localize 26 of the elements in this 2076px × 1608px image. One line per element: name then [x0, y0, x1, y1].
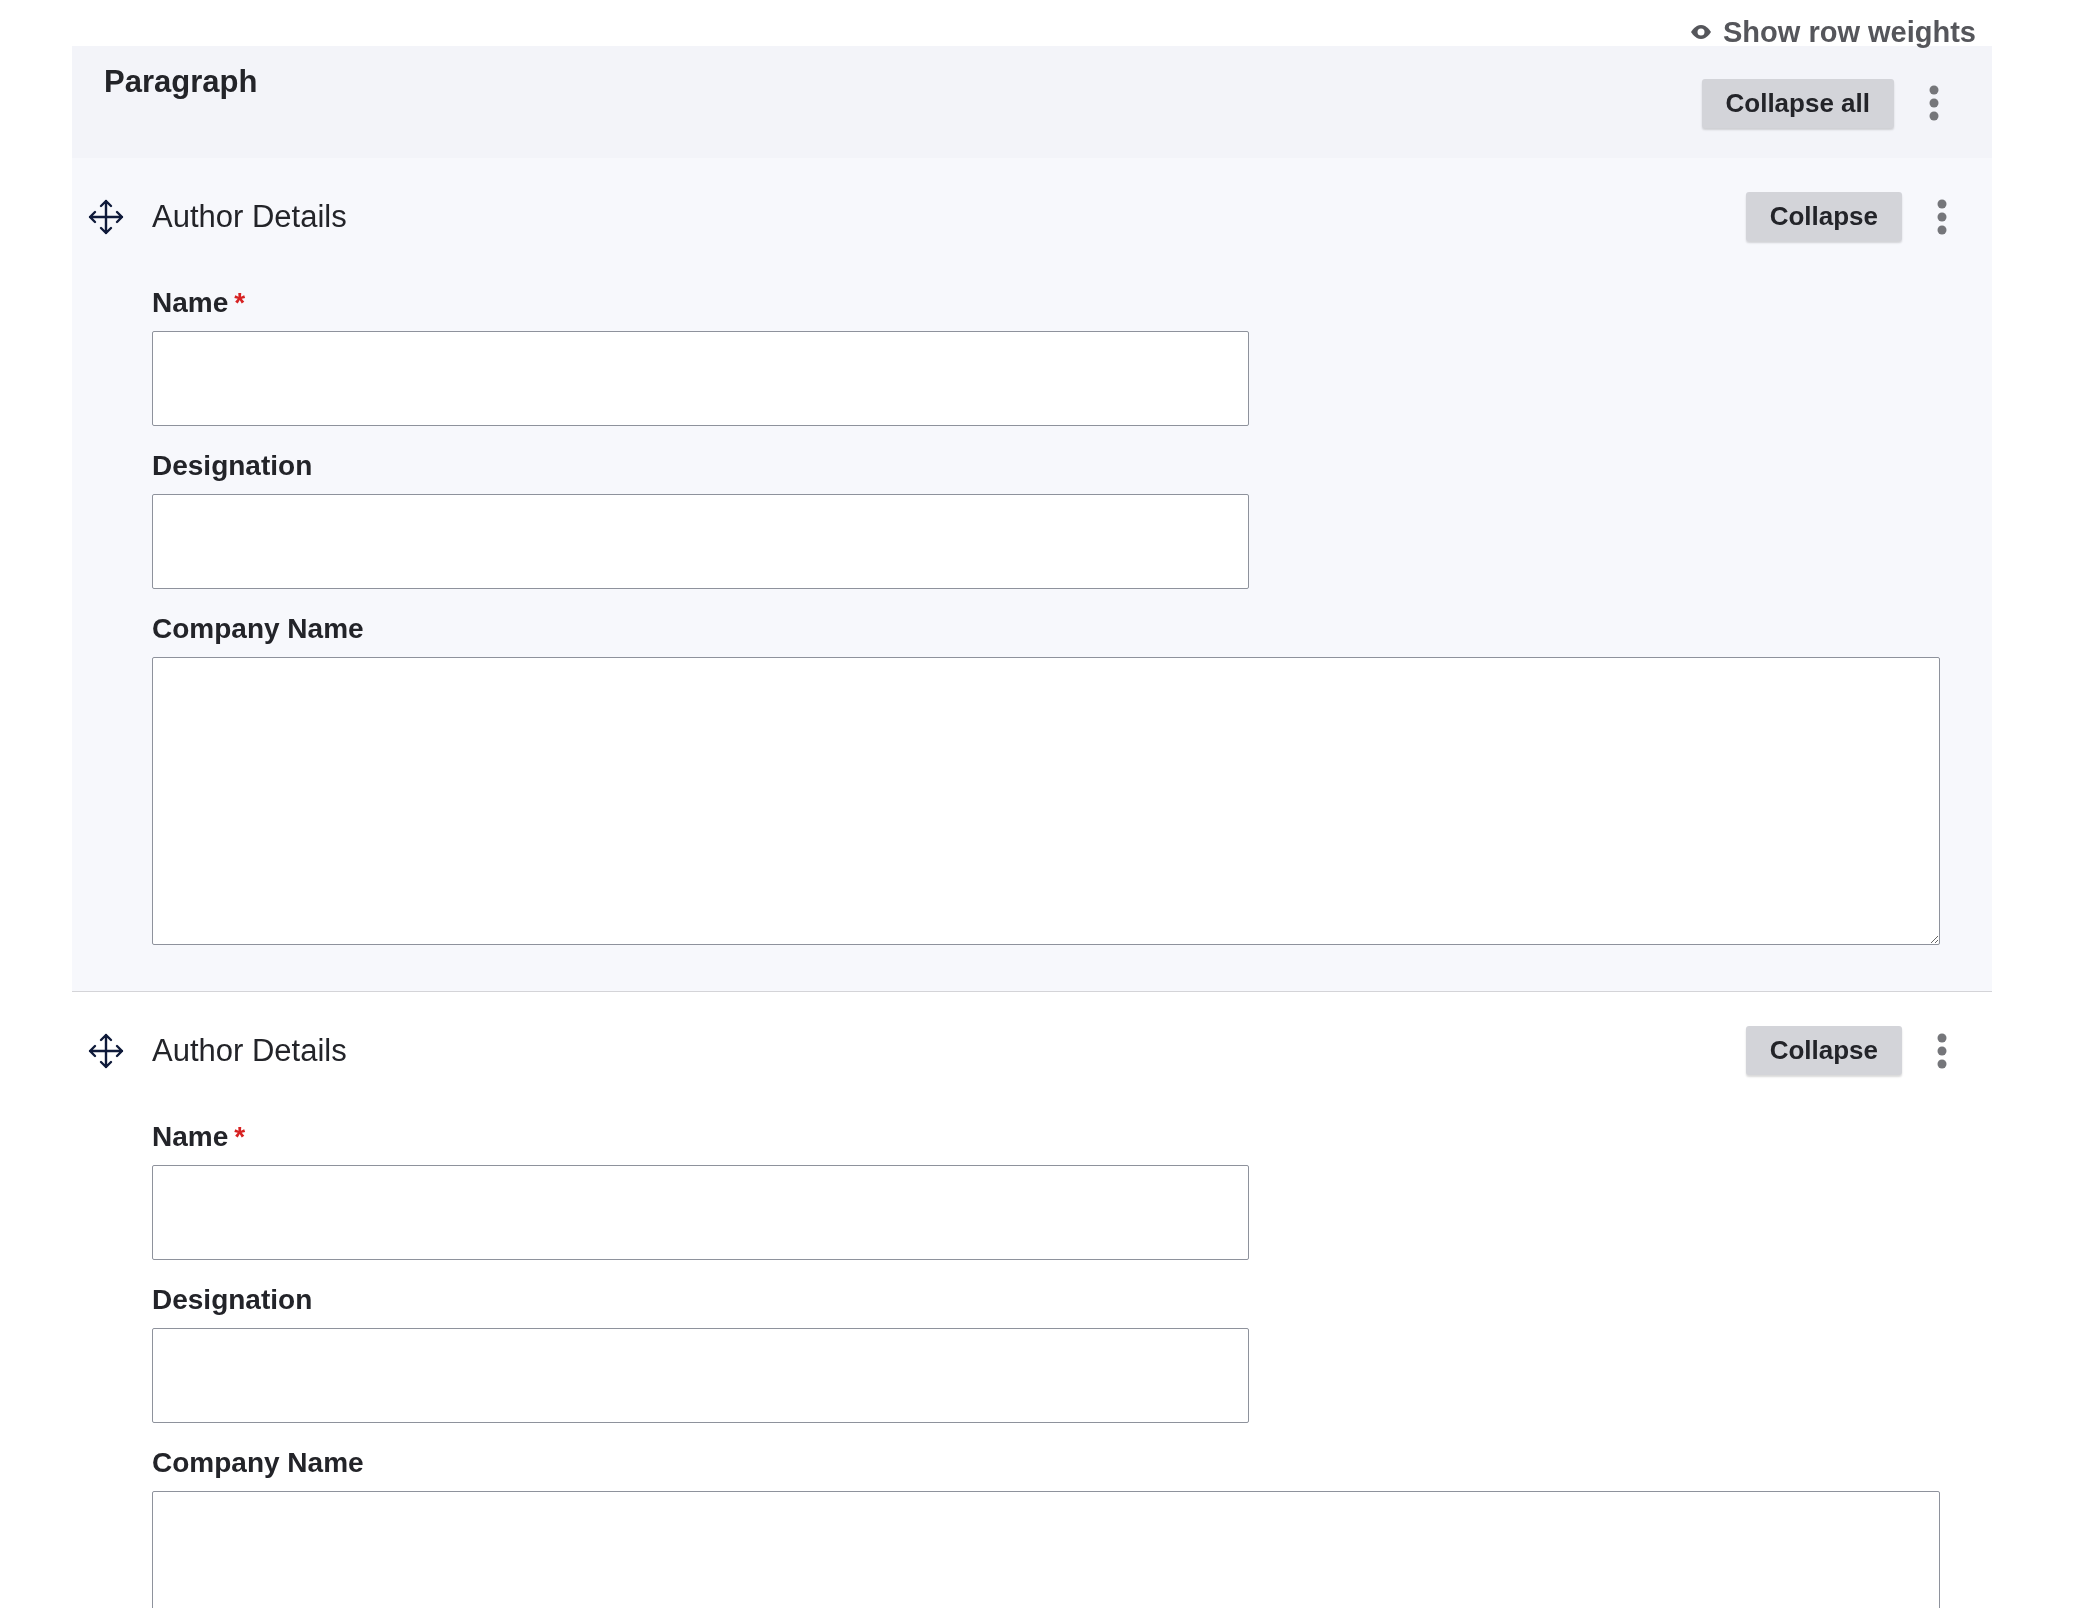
text-input-field[interactable]: [152, 331, 1249, 426]
eye-icon: [1689, 24, 1714, 40]
text-input-field[interactable]: [152, 494, 1249, 589]
more-options-icon[interactable]: [1936, 198, 1948, 235]
textarea-field[interactable]: [152, 657, 1940, 945]
item-title: Author Details: [152, 198, 348, 235]
field-label: Name *: [152, 287, 247, 319]
required-marker: *: [234, 1121, 246, 1153]
collapse-all-button[interactable]: Collapse all: [1701, 78, 1894, 128]
item-title: Author Details: [152, 1032, 348, 1069]
paragraph-heading: Paragraph: [104, 64, 258, 101]
more-options-icon[interactable]: [1928, 85, 1940, 121]
field-label: Company Name: [152, 1447, 365, 1479]
more-options-icon[interactable]: [1936, 1032, 1948, 1069]
field-label: Designation: [152, 450, 314, 482]
drag-handle-icon[interactable]: [88, 198, 124, 235]
field-label: Company Name: [152, 613, 365, 645]
drag-handle-icon[interactable]: [88, 1032, 124, 1069]
show-row-weights-link[interactable]: Show row weights: [1689, 18, 1976, 46]
text-input-field[interactable]: [152, 1165, 1249, 1260]
field-label: Name *: [152, 1121, 247, 1153]
collapse-button[interactable]: Collapse: [1745, 1026, 1902, 1075]
field-label: Designation: [152, 1284, 314, 1316]
collapse-button[interactable]: Collapse: [1745, 192, 1902, 241]
text-input-field[interactable]: [152, 1328, 1249, 1423]
required-marker: *: [234, 287, 246, 319]
